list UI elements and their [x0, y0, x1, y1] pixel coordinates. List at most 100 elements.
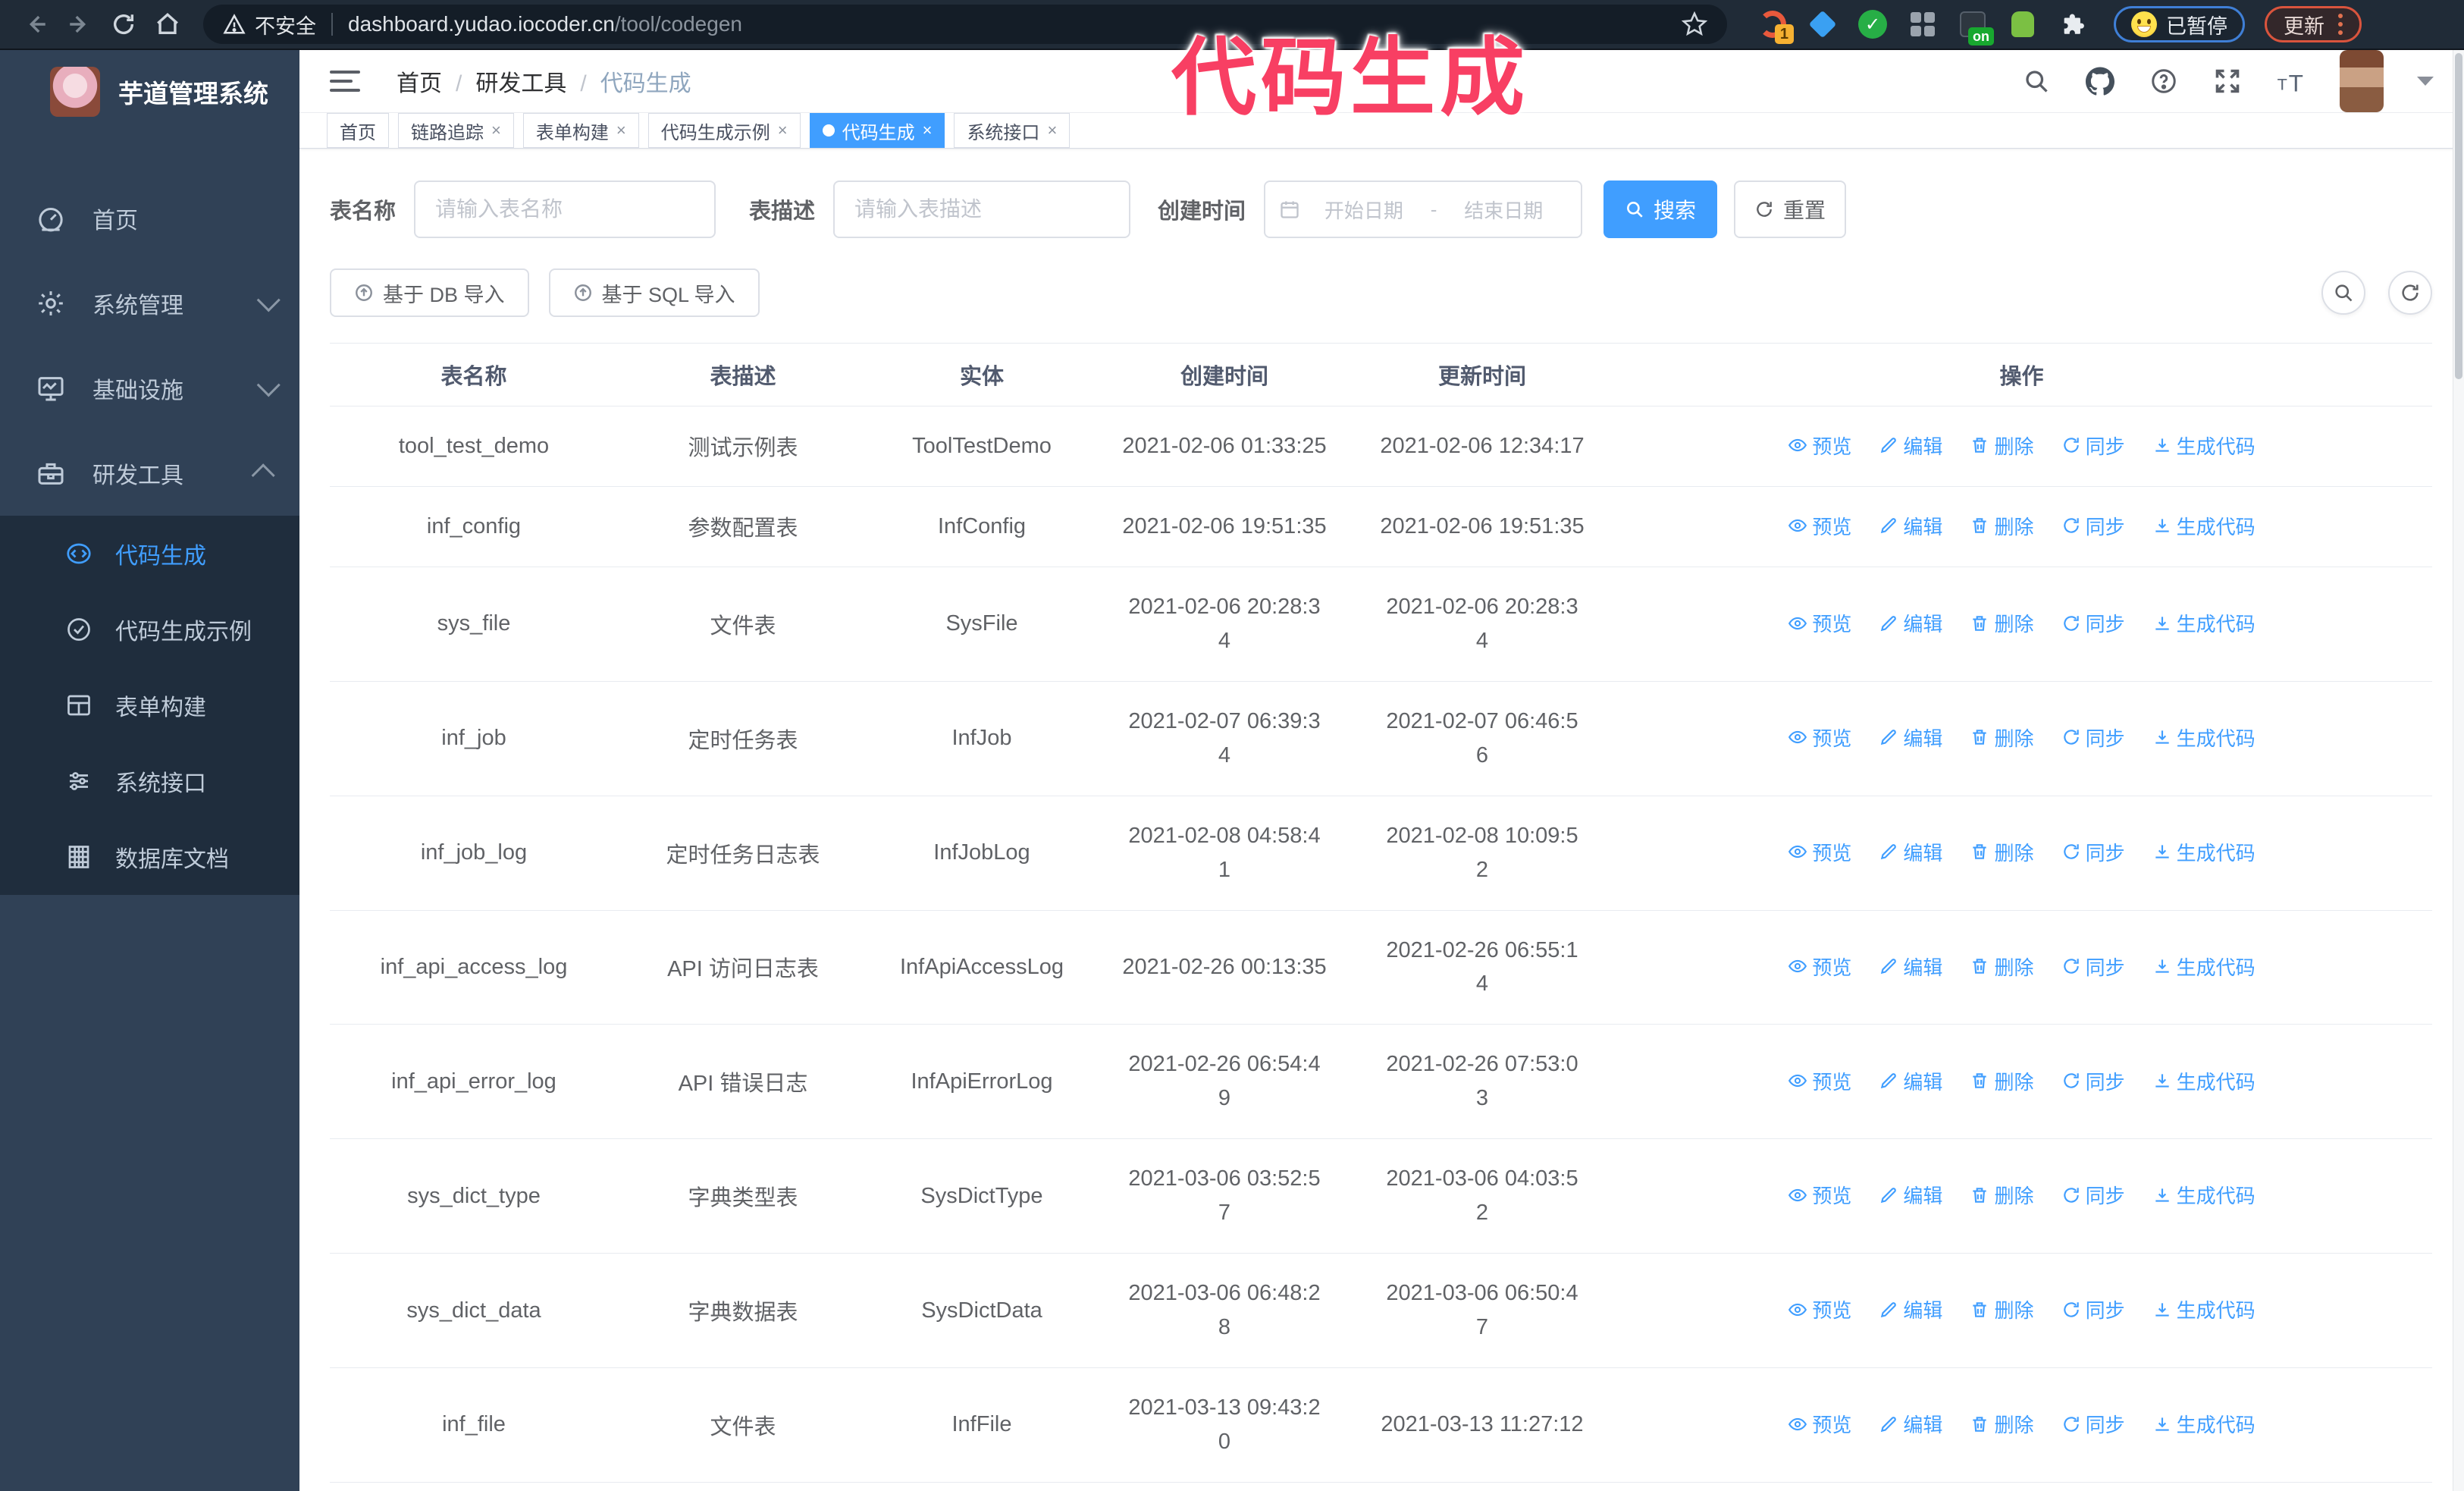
extension-grid-icon[interactable]: [1908, 9, 1938, 39]
generate-code-link[interactable]: 生成代码: [2152, 953, 2256, 981]
edit-link[interactable]: 编辑: [1879, 724, 1942, 752]
generate-code-link[interactable]: 生成代码: [2152, 432, 2256, 460]
edit-link[interactable]: 编辑: [1879, 432, 1942, 460]
search-button[interactable]: 搜索: [1603, 180, 1718, 238]
close-icon[interactable]: ×: [491, 122, 501, 139]
extension-on-icon[interactable]: on: [1958, 9, 1994, 46]
extension-frog-icon[interactable]: [2008, 9, 2038, 39]
edit-link[interactable]: 编辑: [1879, 609, 1942, 637]
sync-link[interactable]: 同步: [2061, 1295, 2125, 1323]
browser-update-button[interactable]: 更新: [2265, 6, 2362, 42]
preview-link[interactable]: 预览: [1788, 838, 1851, 866]
delete-link[interactable]: 删除: [1970, 432, 2034, 460]
search-icon[interactable]: [2021, 66, 2052, 96]
tab-codegen[interactable]: 代码生成 ×: [809, 113, 945, 148]
sidebar-logo-row[interactable]: 芋道管理系统: [0, 50, 299, 133]
toggle-search-button[interactable]: [2321, 271, 2365, 315]
tab-home[interactable]: 首页: [327, 113, 389, 148]
sync-link[interactable]: 同步: [2061, 1410, 2125, 1438]
preview-link[interactable]: 预览: [1788, 953, 1851, 981]
edit-link[interactable]: 编辑: [1879, 1410, 1942, 1438]
sidebar-item-form-builder[interactable]: 表单构建: [0, 667, 299, 743]
sync-link[interactable]: 同步: [2061, 724, 2125, 752]
sidebar-item-system-api[interactable]: 系统接口: [0, 743, 299, 819]
delete-link[interactable]: 删除: [1970, 953, 2034, 981]
delete-link[interactable]: 删除: [1970, 1410, 2034, 1438]
reset-button[interactable]: 重置: [1734, 180, 1847, 238]
edit-link[interactable]: 编辑: [1879, 1295, 1942, 1323]
delete-link[interactable]: 删除: [1970, 1181, 2034, 1209]
edit-link[interactable]: 编辑: [1879, 953, 1942, 981]
avatar-caret-icon[interactable]: [2417, 77, 2434, 86]
generate-code-link[interactable]: 生成代码: [2152, 724, 2256, 752]
preview-link[interactable]: 预览: [1788, 609, 1851, 637]
browser-forward-button[interactable]: [58, 2, 102, 46]
preview-link[interactable]: 预览: [1788, 1410, 1851, 1438]
delete-link[interactable]: 删除: [1970, 1067, 2034, 1095]
github-icon[interactable]: [2085, 66, 2115, 96]
font-size-icon[interactable]: TT: [2276, 66, 2306, 96]
tab-codegen-example[interactable]: 代码生成示例 ×: [647, 113, 801, 148]
scrollbar-thumb[interactable]: [2455, 53, 2462, 379]
generate-code-link[interactable]: 生成代码: [2152, 1181, 2256, 1209]
edit-link[interactable]: 编辑: [1879, 1181, 1942, 1209]
generate-code-link[interactable]: 生成代码: [2152, 838, 2256, 866]
table-desc-input[interactable]: [833, 180, 1131, 238]
preview-link[interactable]: 预览: [1788, 512, 1851, 540]
sync-link[interactable]: 同步: [2061, 1067, 2125, 1095]
delete-link[interactable]: 删除: [1970, 838, 2034, 866]
bookmark-star-icon[interactable]: [1682, 11, 1707, 37]
preview-link[interactable]: 预览: [1788, 1181, 1851, 1209]
close-icon[interactable]: ×: [923, 122, 933, 139]
browser-reload-button[interactable]: [102, 2, 146, 46]
close-icon[interactable]: ×: [778, 122, 788, 139]
close-icon[interactable]: ×: [616, 122, 626, 139]
sidebar-item-codegen-example[interactable]: 代码生成示例: [0, 592, 299, 667]
security-label[interactable]: 不安全: [255, 10, 316, 39]
sidebar-item-home[interactable]: 首页: [0, 176, 299, 261]
delete-link[interactable]: 删除: [1970, 724, 2034, 752]
extension-check-icon[interactable]: ✓: [1857, 9, 1888, 39]
import-sql-button[interactable]: 基于 SQL 导入: [548, 268, 760, 317]
sidebar-item-devtools[interactable]: 研发工具: [0, 431, 299, 516]
tab-tracing[interactable]: 链路追踪 ×: [398, 113, 514, 148]
edit-link[interactable]: 编辑: [1879, 838, 1942, 866]
generate-code-link[interactable]: 生成代码: [2152, 1295, 2256, 1323]
breadcrumb-home[interactable]: 首页: [397, 64, 475, 98]
sidebar-item-codegen[interactable]: 代码生成: [0, 516, 299, 592]
generate-code-link[interactable]: 生成代码: [2152, 512, 2256, 540]
delete-link[interactable]: 删除: [1970, 512, 2034, 540]
delete-link[interactable]: 删除: [1970, 609, 2034, 637]
import-db-button[interactable]: 基于 DB 导入: [330, 268, 529, 317]
sidebar-item-infra[interactable]: 基础设施: [0, 346, 299, 431]
extensions-puzzle-icon[interactable]: [2058, 9, 2088, 39]
avatar[interactable]: [2340, 50, 2384, 112]
generate-code-link[interactable]: 生成代码: [2152, 1410, 2256, 1438]
preview-link[interactable]: 预览: [1788, 1067, 1851, 1095]
extension-diamond-icon[interactable]: [1807, 9, 1838, 39]
browser-home-button[interactable]: [146, 2, 190, 46]
tab-system-api[interactable]: 系统接口 ×: [954, 113, 1071, 148]
help-icon[interactable]: [2149, 66, 2179, 96]
chrome-menu-icon[interactable]: [2338, 14, 2343, 35]
preview-link[interactable]: 预览: [1788, 724, 1851, 752]
fullscreen-icon[interactable]: [2212, 66, 2243, 96]
sync-link[interactable]: 同步: [2061, 609, 2125, 637]
sidebar-item-system[interactable]: 系统管理: [0, 261, 299, 346]
refresh-list-button[interactable]: [2388, 271, 2432, 315]
sync-link[interactable]: 同步: [2061, 838, 2125, 866]
generate-code-link[interactable]: 生成代码: [2152, 1067, 2256, 1095]
generate-code-link[interactable]: 生成代码: [2152, 609, 2256, 637]
edit-link[interactable]: 编辑: [1879, 512, 1942, 540]
breadcrumb-devtools[interactable]: 研发工具: [475, 64, 600, 98]
close-icon[interactable]: ×: [1047, 122, 1057, 139]
date-range-picker[interactable]: 开始日期 - 结束日期: [1264, 180, 1583, 238]
preview-link[interactable]: 预览: [1788, 432, 1851, 460]
sync-link[interactable]: 同步: [2061, 1181, 2125, 1209]
sync-link[interactable]: 同步: [2061, 432, 2125, 460]
preview-link[interactable]: 预览: [1788, 1295, 1851, 1323]
sync-link[interactable]: 同步: [2061, 953, 2125, 981]
profile-paused-pill[interactable]: 已暂停: [2114, 6, 2245, 42]
sidebar-item-db-doc[interactable]: 数据库文档: [0, 819, 299, 895]
extension-orange-icon[interactable]: 1: [1757, 9, 1794, 44]
